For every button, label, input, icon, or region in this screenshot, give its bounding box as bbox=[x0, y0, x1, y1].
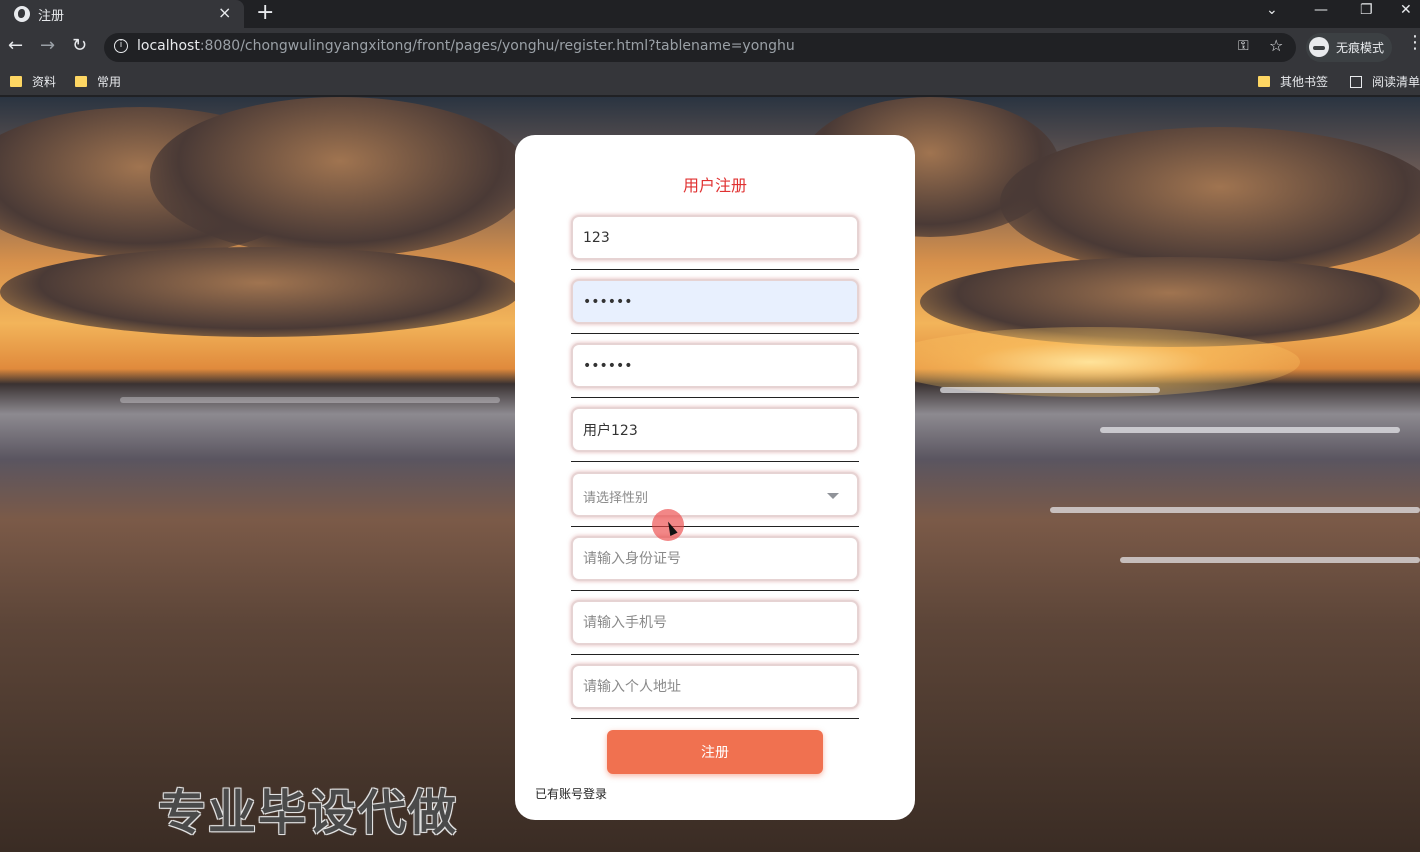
incognito-icon bbox=[1309, 37, 1329, 57]
wave-foam bbox=[1100, 427, 1400, 433]
register-button[interactable]: 注册 bbox=[607, 730, 823, 774]
reload-icon[interactable]: ↻ bbox=[72, 36, 87, 56]
address-input[interactable] bbox=[571, 664, 859, 709]
wave-foam bbox=[1050, 507, 1420, 513]
field-divider bbox=[571, 526, 859, 527]
login-link[interactable]: 已有账号登录 bbox=[535, 785, 607, 802]
phone-input[interactable] bbox=[571, 600, 859, 645]
cloud bbox=[0, 247, 520, 337]
address-bar[interactable]: i localhost:8080/chongwulingyangxitong/f… bbox=[104, 33, 1296, 62]
bookmark-folder-ziliao[interactable]: 资料 bbox=[10, 73, 56, 90]
globe-icon bbox=[14, 6, 30, 22]
chevron-down-icon bbox=[827, 493, 839, 499]
url-host: localhost bbox=[137, 38, 200, 54]
name-input[interactable] bbox=[571, 407, 859, 452]
tab-bar: 注册 × + ⌄ — ❐ ✕ bbox=[0, 0, 1420, 28]
forward-icon[interactable]: → bbox=[40, 36, 55, 56]
incognito-label: 无痕模式 bbox=[1336, 41, 1385, 55]
tab-title: 注册 bbox=[38, 9, 65, 24]
field-divider bbox=[571, 590, 859, 591]
reading-list[interactable]: 阅读清单 bbox=[1350, 73, 1420, 90]
other-bookmarks-label: 其他书签 bbox=[1280, 75, 1329, 89]
gender-select[interactable]: 请选择性别 bbox=[571, 472, 859, 517]
folder-icon bbox=[1258, 76, 1270, 87]
incognito-badge[interactable]: 无痕模式 bbox=[1306, 33, 1392, 62]
bookmark-label: 资料 bbox=[32, 75, 57, 89]
watermark-text: 专业毕设代做 bbox=[158, 785, 459, 841]
wave-foam bbox=[1120, 557, 1420, 563]
close-tab-icon[interactable]: × bbox=[218, 3, 231, 22]
password-input[interactable] bbox=[571, 279, 859, 324]
field-divider bbox=[571, 269, 859, 270]
field-divider bbox=[571, 397, 859, 398]
id-card-input[interactable] bbox=[571, 536, 859, 581]
reading-list-label: 阅读清单 bbox=[1372, 75, 1420, 89]
url-path: :8080/chongwulingyangxitong/front/pages/… bbox=[199, 38, 795, 54]
bookmark-label: 常用 bbox=[97, 75, 122, 89]
field-divider bbox=[571, 718, 859, 719]
site-info-icon[interactable]: i bbox=[114, 39, 128, 53]
wave-foam bbox=[120, 397, 500, 403]
username-input[interactable] bbox=[571, 215, 859, 260]
field-divider bbox=[571, 461, 859, 462]
reading-list-icon bbox=[1350, 76, 1362, 88]
close-window-icon[interactable]: ✕ bbox=[1400, 2, 1412, 18]
cloud bbox=[150, 97, 530, 257]
confirm-password-input[interactable] bbox=[571, 343, 859, 388]
gender-placeholder: 请选择性别 bbox=[583, 491, 649, 506]
field-divider bbox=[571, 333, 859, 334]
new-tab-button[interactable]: + bbox=[256, 0, 274, 26]
folder-icon bbox=[10, 76, 22, 87]
back-icon[interactable]: ← bbox=[8, 36, 23, 56]
browser-toolbar: ← → ↻ i localhost:8080/chongwulingyangxi… bbox=[0, 28, 1420, 66]
folder-icon bbox=[75, 76, 87, 87]
field-divider bbox=[571, 654, 859, 655]
minimize-icon[interactable]: — bbox=[1314, 2, 1328, 18]
cloud bbox=[1000, 127, 1420, 277]
wave-foam bbox=[940, 387, 1160, 393]
url-text[interactable]: localhost:8080/chongwulingyangxitong/fro… bbox=[137, 38, 795, 54]
page-background: 专业毕设代做 用户注册 请选择性别 注册 已有账号登录 bbox=[0, 97, 1420, 852]
form-title: 用户注册 bbox=[682, 176, 747, 195]
register-card: 用户注册 请选择性别 注册 已有账号登录 bbox=[515, 135, 915, 820]
browser-tab[interactable]: 注册 × bbox=[0, 0, 244, 28]
tab-search-icon[interactable]: ⌄ bbox=[1266, 2, 1278, 18]
bookmark-star-icon[interactable]: ☆ bbox=[1269, 36, 1283, 55]
restore-icon[interactable]: ❐ bbox=[1360, 2, 1373, 18]
key-icon[interactable]: ⚿ bbox=[1238, 38, 1249, 54]
menu-icon[interactable]: ⋮ bbox=[1406, 34, 1420, 52]
bookmarks-bar: 资料 常用 其他书签 阅读清单 bbox=[0, 66, 1420, 96]
other-bookmarks[interactable]: 其他书签 bbox=[1258, 73, 1328, 90]
bookmark-folder-changyong[interactable]: 常用 bbox=[75, 73, 121, 90]
